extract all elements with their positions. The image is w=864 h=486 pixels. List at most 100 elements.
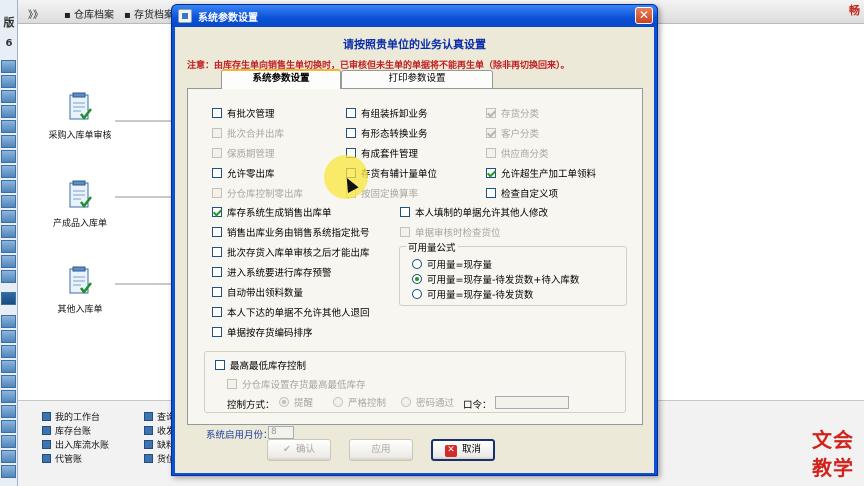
checkbox-over-production-material[interactable]: 允许超生产加工单领料 bbox=[486, 168, 596, 181]
confirm-button[interactable]: ✔ 确认 bbox=[267, 439, 331, 461]
checkbox-sort-by-code[interactable]: 单据按存货编码排序 bbox=[212, 327, 313, 340]
left-nav-tab[interactable] bbox=[1, 150, 16, 163]
flow-node-purchase-receipt[interactable]: 采购入库单审核 bbox=[40, 92, 120, 141]
left-nav-tab[interactable] bbox=[1, 330, 16, 343]
left-nav-tab[interactable] bbox=[1, 375, 16, 388]
checkbox-box bbox=[486, 128, 496, 138]
radio-mode-password[interactable]: 密码通过 bbox=[401, 397, 454, 410]
checkbox-box bbox=[212, 108, 222, 118]
link-consignment-ledger[interactable]: 代管账 bbox=[42, 452, 82, 465]
dialog-heading: 请按照贵单位的业务认真设置 bbox=[343, 38, 486, 51]
checkbox-check-location-on-audit[interactable]: 按固定换算率单据审核时检查货位 bbox=[400, 227, 501, 240]
tab-system-settings[interactable]: 系统参数设置 bbox=[221, 69, 341, 89]
left-nav-tab[interactable] bbox=[1, 390, 16, 403]
link-inout-journal[interactable]: 出入库流水账 bbox=[42, 438, 109, 451]
left-nav-tab[interactable] bbox=[1, 75, 16, 88]
checkbox-form-conversion[interactable]: 有形态转换业务 bbox=[346, 128, 428, 141]
left-nav-tab[interactable] bbox=[1, 405, 16, 418]
left-nav-tab[interactable] bbox=[1, 60, 16, 73]
flow-node-other-receipt[interactable]: 其他入库单 bbox=[40, 266, 120, 315]
dialog-titlebar[interactable]: 系统参数设置 ✕ bbox=[172, 5, 657, 27]
checkbox-label: 批次存货入库单审核之后才能出库 bbox=[227, 248, 370, 259]
password-input[interactable] bbox=[495, 396, 569, 409]
radio-dot bbox=[279, 397, 289, 407]
checkbox-stock-limit-control[interactable]: 最高最低库存控制 bbox=[215, 360, 306, 373]
checkbox-batch-management[interactable]: 有批次管理 bbox=[212, 108, 275, 121]
menu-item-inventory-archive[interactable]: ▪ 存货档案 bbox=[124, 6, 174, 21]
start-month-input[interactable]: 8 bbox=[268, 426, 294, 439]
checkbox-auto-material-qty[interactable]: 自动带出领料数量 bbox=[212, 287, 303, 300]
checkbox-no-return-by-others[interactable]: 本人下达的单据不允许其他人退回 bbox=[212, 307, 370, 320]
checkbox-check-custom-items[interactable]: 检查自定义项 bbox=[486, 188, 558, 201]
checkbox-generate-sales-out[interactable]: 库存系统生成销售出库单 bbox=[212, 207, 332, 220]
left-nav-tab[interactable] bbox=[1, 120, 16, 133]
checkbox-warehouse-zero-out[interactable]: 分仓库控制零出库 bbox=[212, 188, 303, 201]
left-nav-tab[interactable] bbox=[1, 210, 16, 223]
left-nav-tab[interactable] bbox=[1, 315, 16, 328]
settings-panel: 有批次管理 批次合并出库 保质期管理 允许零出库 分仓库控制零出库 库存系统生成… bbox=[187, 88, 643, 441]
left-nav-tab[interactable] bbox=[1, 450, 16, 463]
checkbox-label: 有批次管理 bbox=[227, 109, 275, 120]
left-nav-tab[interactable] bbox=[1, 90, 16, 103]
link-stock-ledger[interactable]: 库存台账 bbox=[42, 424, 91, 437]
stock-limit-group: 最高最低库存控制 分仓库设置存货最高最低库存 控制方式： 提醒 严格控制 密码通… bbox=[204, 351, 626, 413]
close-button[interactable]: ✕ bbox=[635, 7, 653, 24]
checkbox-allow-zero-out[interactable]: 允许零出库 bbox=[212, 168, 275, 181]
radio-mode-strict[interactable]: 严格控制 bbox=[333, 397, 386, 410]
left-nav-tab[interactable] bbox=[1, 195, 16, 208]
radio-available-onhand[interactable]: 可用量=现存量 bbox=[412, 259, 492, 272]
left-nav-tab-selected[interactable] bbox=[1, 292, 16, 305]
link-my-workbench[interactable]: 我的工作台 bbox=[42, 410, 100, 423]
checkbox-label: 分仓库设置存货最高最低库存 bbox=[242, 380, 366, 391]
left-nav-tab[interactable] bbox=[1, 360, 16, 373]
radio-available-onhand-minus-plus[interactable]: 可用量=现存量-待发货数+待入库数 bbox=[412, 274, 579, 287]
left-nav-tab[interactable] bbox=[1, 135, 16, 148]
button-label: 确认 bbox=[295, 444, 315, 455]
checkbox-label: 本人填制的单据允许其他人修改 bbox=[415, 208, 549, 219]
apply-button[interactable]: 应用 bbox=[349, 439, 413, 461]
checkbox-inventory-category[interactable]: 存货分类 bbox=[486, 108, 539, 121]
left-nav-tab[interactable] bbox=[1, 270, 16, 283]
button-label: 取消 bbox=[461, 444, 481, 455]
radio-label: 密码通过 bbox=[416, 398, 455, 409]
flow-node-product-receipt[interactable]: 产成品入库单 bbox=[40, 180, 120, 229]
checkbox-label: 保质期管理 bbox=[227, 149, 275, 160]
radio-label: 提醒 bbox=[294, 398, 314, 409]
left-nav-tab[interactable] bbox=[1, 240, 16, 253]
checkbox-batch-audit-before-out[interactable]: 批次存货入库单审核之后才能出库 bbox=[212, 247, 370, 260]
left-nav-tab[interactable] bbox=[1, 165, 16, 178]
checkbox-stock-warning[interactable]: 进入系统要进行库存预警 bbox=[212, 267, 332, 280]
checkbox-supplier-category[interactable]: 供应商分类 bbox=[486, 148, 549, 161]
flow-connector bbox=[115, 196, 171, 198]
left-nav-tab[interactable] bbox=[1, 435, 16, 448]
left-nav-tab[interactable] bbox=[1, 225, 16, 238]
left-nav-tab[interactable] bbox=[1, 465, 16, 478]
checkbox-sales-specify-batch[interactable]: 销售出库业务由销售系统指定批号 bbox=[212, 227, 370, 240]
checkbox-warehouse-stock-limit[interactable]: 分仓库设置存货最高最低库存 bbox=[227, 379, 366, 392]
cancel-button[interactable]: ✕ 取消 bbox=[431, 439, 495, 461]
expand-icon[interactable]: 》》 bbox=[28, 6, 43, 21]
left-nav-tab[interactable] bbox=[1, 345, 16, 358]
checkbox-label: 自动带出领料数量 bbox=[227, 288, 304, 299]
left-nav-tab[interactable] bbox=[1, 105, 16, 118]
left-nav-tab[interactable] bbox=[1, 180, 16, 193]
checkbox-box bbox=[227, 379, 237, 389]
checkbox-batch-merge-out[interactable]: 批次合并出库 bbox=[212, 128, 284, 141]
checkbox-box bbox=[212, 128, 222, 138]
system-settings-dialog: 系统参数设置 ✕ 请按照贵单位的业务认真设置 注意：由库存生单向销售生单切换时，… bbox=[171, 4, 658, 476]
checkbox-assembly[interactable]: 有组装拆卸业务 bbox=[346, 108, 428, 121]
checkbox-label: 销售出库业务由销售系统指定批号 bbox=[227, 228, 370, 239]
left-nav-tab[interactable] bbox=[1, 255, 16, 268]
password-label: 口令： bbox=[463, 400, 492, 411]
radio-mode-remind[interactable]: 提醒 bbox=[279, 397, 313, 410]
left-nav-tab[interactable] bbox=[1, 420, 16, 433]
radio-available-onhand-minus[interactable]: 可用量=现存量-待发货数 bbox=[412, 289, 533, 302]
checkbox-box bbox=[212, 168, 222, 178]
checkbox-label: 单据按存货编码排序 bbox=[227, 328, 313, 339]
checkbox-allow-others-edit[interactable]: 本人填制的单据允许其他人修改 bbox=[400, 207, 548, 220]
checkbox-customer-category[interactable]: 客户分类 bbox=[486, 128, 539, 141]
document-check-icon bbox=[69, 92, 92, 121]
checkbox-shelf-life[interactable]: 保质期管理 bbox=[212, 148, 275, 161]
tab-print-settings[interactable]: 打印参数设置 bbox=[341, 70, 493, 88]
menu-item-warehouse-archive[interactable]: ▪ 仓库档案 bbox=[64, 6, 114, 21]
